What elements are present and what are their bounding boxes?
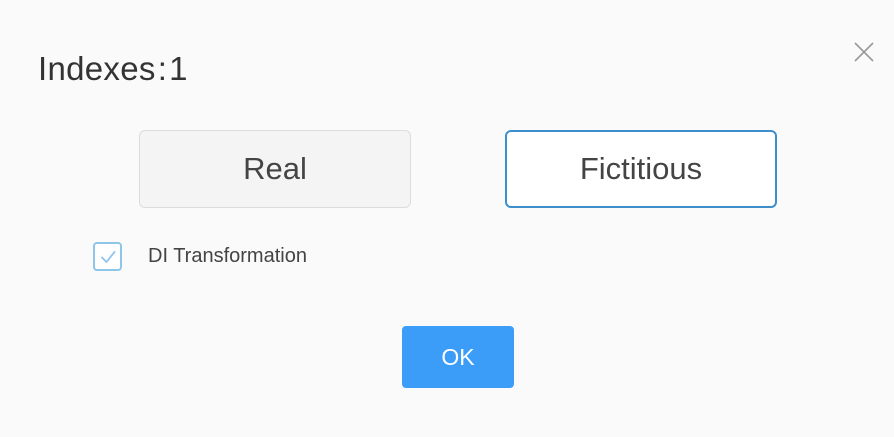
title-label: Indexes bbox=[38, 50, 156, 87]
close-icon[interactable] bbox=[852, 40, 876, 64]
di-transformation-checkbox[interactable] bbox=[93, 242, 122, 271]
title-value: 1 bbox=[169, 50, 188, 87]
di-transformation-label: DI Transformation bbox=[148, 245, 307, 267]
ok-button[interactable]: OK bbox=[402, 326, 514, 388]
checkmark-icon bbox=[100, 250, 115, 263]
dialog-title: Indexes:1 bbox=[38, 50, 188, 88]
title-separator: : bbox=[157, 50, 168, 87]
index-dialog: Indexes:1 Real Fictitious DI Transformat… bbox=[0, 0, 894, 437]
fictitious-option-label: Fictitious bbox=[579, 151, 703, 186]
real-option-label: Real bbox=[243, 151, 307, 186]
fictitious-option-button[interactable]: Fictitious bbox=[505, 130, 777, 208]
real-option-button[interactable]: Real bbox=[139, 130, 411, 208]
di-transformation-row: DI Transformation bbox=[93, 242, 307, 271]
ok-button-label: OK bbox=[441, 343, 475, 370]
